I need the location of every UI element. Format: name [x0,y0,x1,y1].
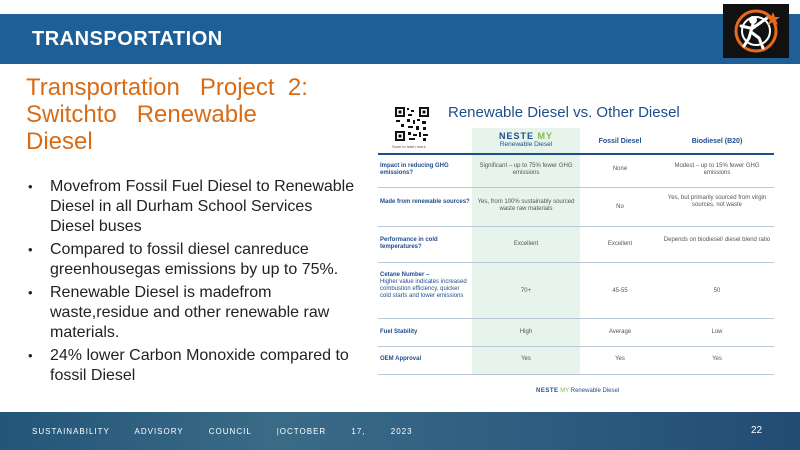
cell-biodiesel: Yes, but primarily sourced from virgin s… [667,195,767,208]
cell-fossil: Excellent [607,241,633,247]
column-header-fossil: Fossil Diesel [598,138,642,145]
cell-renewable: High [519,329,533,335]
cell-renewable: Excellent [513,241,539,247]
bullet-text: 24% lower Carbon Monoxide compared to fo… [50,347,349,384]
council-logo [723,4,789,58]
project-title-line: Transportation Project 2: [26,74,308,101]
row-divider [378,262,774,263]
bullet-text: Renewable Diesel is madefrom waste,resid… [50,284,330,341]
bullet-dot-icon: • [28,285,33,300]
header-divider [378,153,774,155]
row-divider [378,318,774,319]
project-title: Transportation Project 2: Switchto Renew… [26,74,346,155]
bullet-item: • Movefrom Fossil Fuel Diesel to Renewabl… [26,177,356,237]
row-label: Performance in cold temperatures? [380,237,470,251]
row-label-text: Fuel Stability [380,329,418,335]
project-title-line: Diesel [26,128,93,155]
cell-fossil: 45-55 [612,288,628,294]
row-label-text: Made from renewable sources? [380,199,470,205]
cell-fossil: None [612,166,628,172]
footer-bar: SUSTAINABILITY ADVISORY COUNCIL |OCTOBER… [0,412,800,450]
bullet-item: • Renewable Diesel is madefrom waste,resi… [26,283,356,343]
cell-biodiesel: Depends on biodiesel/ diesel blend ratio [663,237,771,243]
brand-suffix: MY [560,388,570,394]
row-label: Made from renewable sources? [380,199,470,206]
row-label: OEM Approval [380,356,470,363]
qr-caption: Scan to learn more [392,144,426,149]
cell-renewable: Yes, from 100% sustainably sourced waste… [477,199,575,212]
bullet-item: • 24% lower Carbon Monoxide compared to f… [26,346,356,386]
table-footnote [400,378,760,382]
cell-biodiesel: 50 [713,288,721,294]
cell-biodiesel: Yes [712,356,722,362]
row-label-text: OEM Approval [380,356,422,362]
qr-code-icon [394,106,430,142]
row-divider [378,346,774,347]
row-divider [378,374,774,375]
row-divider [378,226,774,227]
cell-biodiesel: Modest – up to 15% fewer GHG emissions [674,163,760,176]
cell-renewable: 70+ [520,288,532,294]
section-title: TRANSPORTATION [32,28,223,50]
column-header-biodiesel: Biodiesel (B20) [691,138,743,145]
row-label: Cetane Number – Higher value indicates i… [380,272,470,300]
row-label: Impact in reducing GHG emissions? [380,163,470,177]
bullet-dot-icon: • [28,348,33,363]
logo-graphic [723,4,789,58]
brand-name: NESTE [498,131,534,141]
cell-fossil: Average [608,329,632,335]
row-label: Fuel Stability [380,329,470,336]
brand-name: NESTE [536,388,559,394]
cell-renewable: Significant – up to 75% fewer GHG emissi… [479,163,573,176]
page-number: 22 [751,425,763,436]
bullet-item: • Compared to fossil diesel canreduce gre… [26,240,356,280]
bullet-text: Movefrom Fossil Fuel Diesel to Renewable… [50,178,355,235]
row-label-text: Impact in reducing GHG emissions? [380,163,449,176]
comparison-table: Scan to learn more Renewable Diesel vs. … [370,98,782,398]
cell-fossil: No [616,204,624,210]
project-title-line: Switchto Renewable [26,101,257,128]
row-label-text: Cetane Number – [380,272,430,278]
bottom-neste-logo: NESTE MY Renewable Diesel [536,388,619,394]
bullet-dot-icon: • [28,179,33,194]
row-label-subtext: Higher value indicates increased combust… [380,279,467,299]
partner-text: Renewable Diesel [570,388,620,394]
bullet-dot-icon: • [28,242,33,257]
cell-fossil: Yes [615,356,625,362]
cell-biodiesel: Low [711,329,723,335]
bullet-text: Compared to fossil diesel canreduce gree… [50,241,339,278]
column-label: Renewable Diesel [499,141,553,148]
row-label-text: Performance in cold temperatures? [380,237,438,250]
brand-suffix: MY [537,131,554,141]
neste-logo: NESTE MY [472,131,580,141]
table-title: Renewable Diesel vs. Other Diesel [448,104,680,121]
footer-text: SUSTAINABILITY ADVISORY COUNCIL |OCTOBER… [32,427,413,436]
cell-renewable: Yes [521,356,531,362]
row-divider [378,187,774,188]
header-bar: TRANSPORTATION [0,14,800,64]
bullet-list: • Movefrom Fossil Fuel Diesel to Renewabl… [26,177,356,389]
column-header-renewable: NESTE MY Renewable Diesel [472,131,580,148]
